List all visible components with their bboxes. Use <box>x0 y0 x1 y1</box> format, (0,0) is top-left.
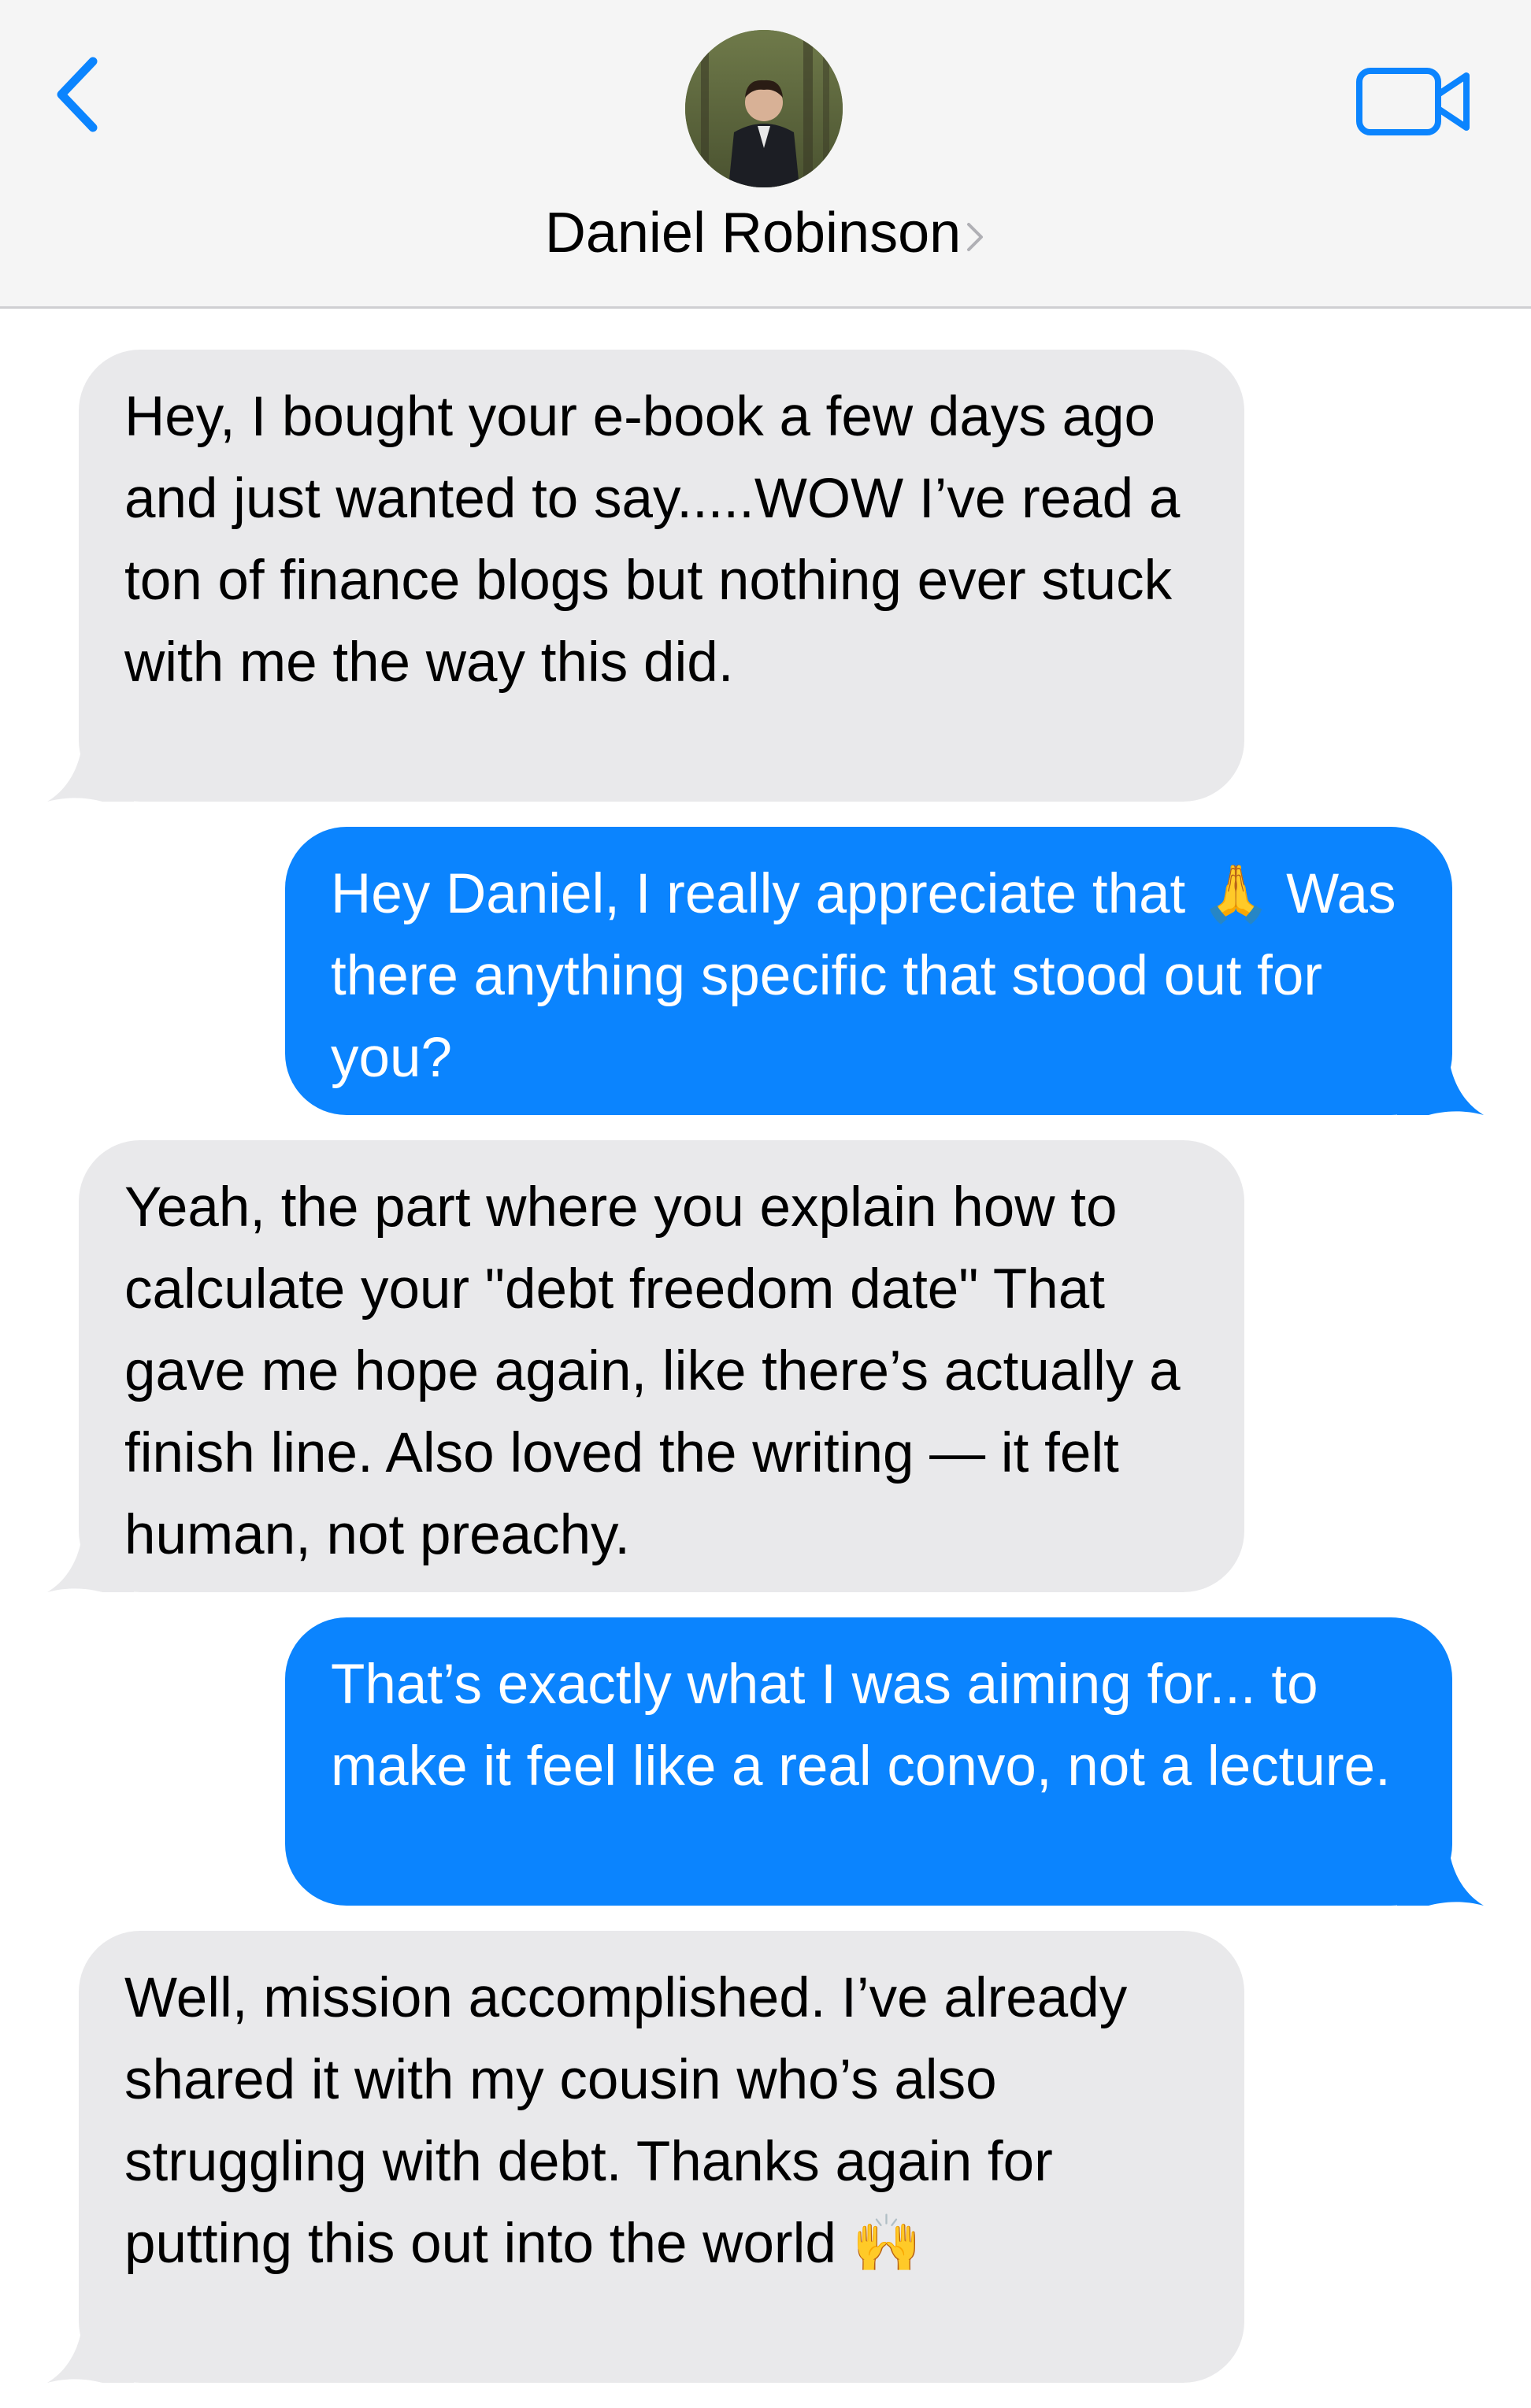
message-text: Hey, I bought your e-book a few days ago… <box>124 386 1181 694</box>
conversation-header: Daniel Robinson <box>0 0 1531 309</box>
message-text: Yeah, the part where you explain how to … <box>124 1176 1181 1566</box>
message-bubble-outgoing[interactable]: Hey Daniel, I really appreciate that 🙏 W… <box>285 827 1484 1115</box>
message-bubble-outgoing[interactable]: That’s exactly what I was aiming for... … <box>285 1617 1484 1906</box>
bubble-tail <box>47 2328 134 2383</box>
message-bubble-incoming[interactable]: Hey, I bought your e-book a few days ago… <box>47 350 1244 802</box>
video-call-button[interactable] <box>1355 63 1473 142</box>
chevron-right-icon <box>967 222 984 251</box>
bubble-tail <box>47 746 134 802</box>
back-button[interactable] <box>47 47 110 142</box>
bubble-tail <box>1397 1850 1484 1906</box>
message-bubble-incoming[interactable]: Well, mission accomplished. I’ve already… <box>47 1931 1244 2383</box>
message-text: Well, mission accomplished. I’ve already… <box>124 1967 1128 2275</box>
contact-photo <box>685 30 843 187</box>
message-bubble-incoming[interactable]: Yeah, the part where you explain how to … <box>47 1140 1244 1592</box>
avatar[interactable] <box>685 30 843 187</box>
contact-name: Daniel Robinson <box>544 202 962 265</box>
contact-name-button[interactable]: Daniel Robinson <box>0 195 1531 271</box>
video-camera-icon <box>1356 68 1470 135</box>
bubble-tail <box>47 1537 134 1592</box>
message-text: Hey Daniel, I really appreciate that 🙏 W… <box>331 863 1396 1089</box>
message-text: That’s exactly what I was aiming for... … <box>331 1654 1391 1798</box>
chevron-left-icon <box>57 57 98 132</box>
